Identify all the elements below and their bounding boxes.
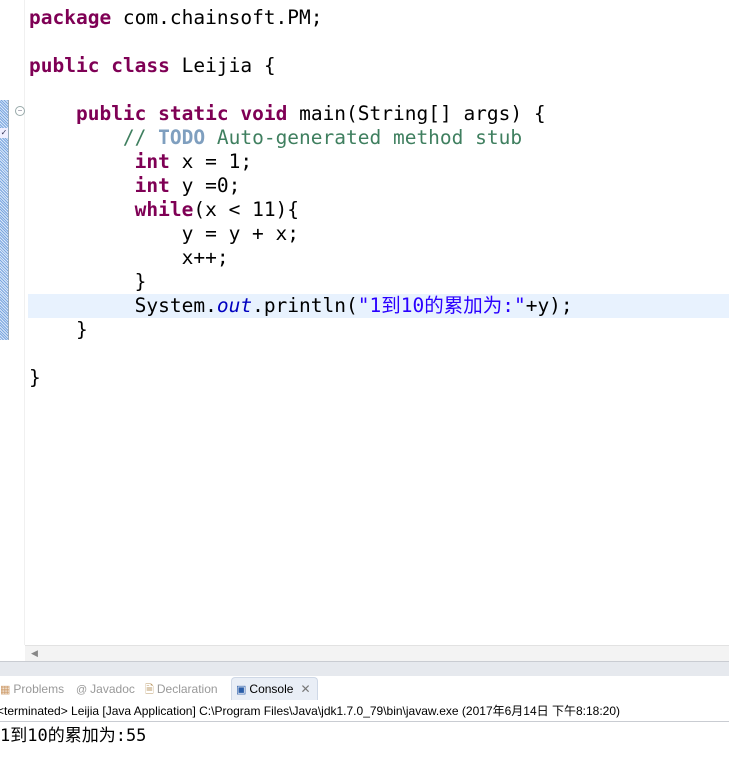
code-token: (x < 11){ (193, 198, 300, 221)
panel-divider[interactable] (0, 661, 729, 676)
tab-problems[interactable]: ▦ Problems (0, 679, 64, 699)
code-token: int (134, 150, 170, 173)
code-token: "1到10的累加为:" (357, 294, 526, 317)
code-line[interactable]: } (28, 270, 729, 294)
at-icon: @ (76, 684, 88, 696)
code-token: public (29, 54, 100, 77)
status-text: <terminated> Leijia [Java Application] C… (0, 704, 621, 718)
code-token: class (111, 54, 170, 77)
code-token: x = 1; (169, 150, 253, 173)
tab-console[interactable]: ▣ Console ✕ (231, 677, 318, 700)
code-line[interactable]: int x = 1; (28, 150, 729, 174)
code-token: } (29, 270, 147, 293)
gutter-divider (24, 0, 25, 645)
code-line[interactable]: x++; (28, 246, 729, 270)
code-token: x++; (29, 246, 229, 269)
code-token: com.chainsoft.PM; (111, 6, 323, 29)
code-token: while (134, 198, 194, 221)
console-icon: ▣ (236, 684, 247, 696)
code-line[interactable]: while(x < 11){ (28, 198, 729, 222)
code-line[interactable]: int y =0; (28, 174, 729, 198)
code-line[interactable]: } (28, 318, 729, 342)
code-token: .println( (252, 294, 358, 317)
tab-label: Console (249, 682, 294, 696)
code-token: +y); (525, 294, 573, 317)
tab-label: Javadoc (90, 682, 135, 696)
code-line[interactable]: package com.chainsoft.PM; (28, 6, 729, 30)
tab-label: Problems (13, 682, 65, 696)
code-line[interactable]: public class Leijia { (28, 54, 729, 78)
panel-tabs: ▦ Problems @ Javadoc 🗎 Declaration ▣ Console… (0, 676, 729, 700)
code-line[interactable] (28, 342, 729, 366)
code-line[interactable] (28, 78, 729, 102)
console-status: <terminated> Leijia [Java Application] C… (0, 702, 729, 722)
code-line[interactable]: y = y + x; (28, 222, 729, 246)
code-token: y =0; (169, 174, 241, 197)
code-token: // (122, 126, 159, 149)
problems-icon: ▦ (0, 684, 11, 696)
code-token: } (29, 366, 41, 389)
close-icon[interactable]: ✕ (300, 682, 310, 696)
code-token: out (216, 294, 253, 317)
code-token: package (29, 6, 112, 29)
code-token: main(String[] args) { (287, 102, 546, 125)
code-token: TODO (158, 126, 206, 149)
code-token: int (134, 174, 170, 197)
tab-label: Declaration (156, 682, 218, 696)
code-token: System. (29, 294, 217, 317)
code-line[interactable]: public static void main(String[] args) { (28, 102, 729, 126)
code-token: public (75, 102, 147, 125)
code-line[interactable]: } (28, 366, 729, 390)
code-line[interactable]: System.out.println("1到10的累加为:"+y); (28, 294, 729, 318)
code-token: Auto-generated method stub (205, 126, 523, 149)
code-token: static (158, 102, 229, 125)
tab-declaration[interactable]: 🗎 Declaration (145, 679, 218, 699)
code-area[interactable]: package com.chainsoft.PM; public class Le… (28, 6, 729, 390)
declaration-icon: 🗎 (145, 684, 154, 696)
code-editor[interactable]: ✓ − package com.chainsoft.PM; public clas… (0, 0, 729, 645)
code-line[interactable] (28, 30, 729, 54)
code-token: } (29, 318, 88, 341)
code-line[interactable]: // TODO Auto-generated method stub (28, 126, 729, 150)
scroll-left-icon[interactable]: ◀ (31, 648, 38, 659)
task-marker-icon[interactable]: ✓ (0, 128, 8, 138)
horizontal-scrollbar[interactable]: ◀ (25, 645, 729, 661)
code-token: Leijia { (169, 54, 276, 77)
code-token: y = y + x; (29, 222, 300, 245)
code-token: void (240, 102, 288, 125)
console-output: 1到10的累加为:55 (0, 726, 147, 746)
fold-collapse-icon[interactable]: − (15, 106, 25, 116)
tab-javadoc[interactable]: @ Javadoc (76, 679, 135, 699)
